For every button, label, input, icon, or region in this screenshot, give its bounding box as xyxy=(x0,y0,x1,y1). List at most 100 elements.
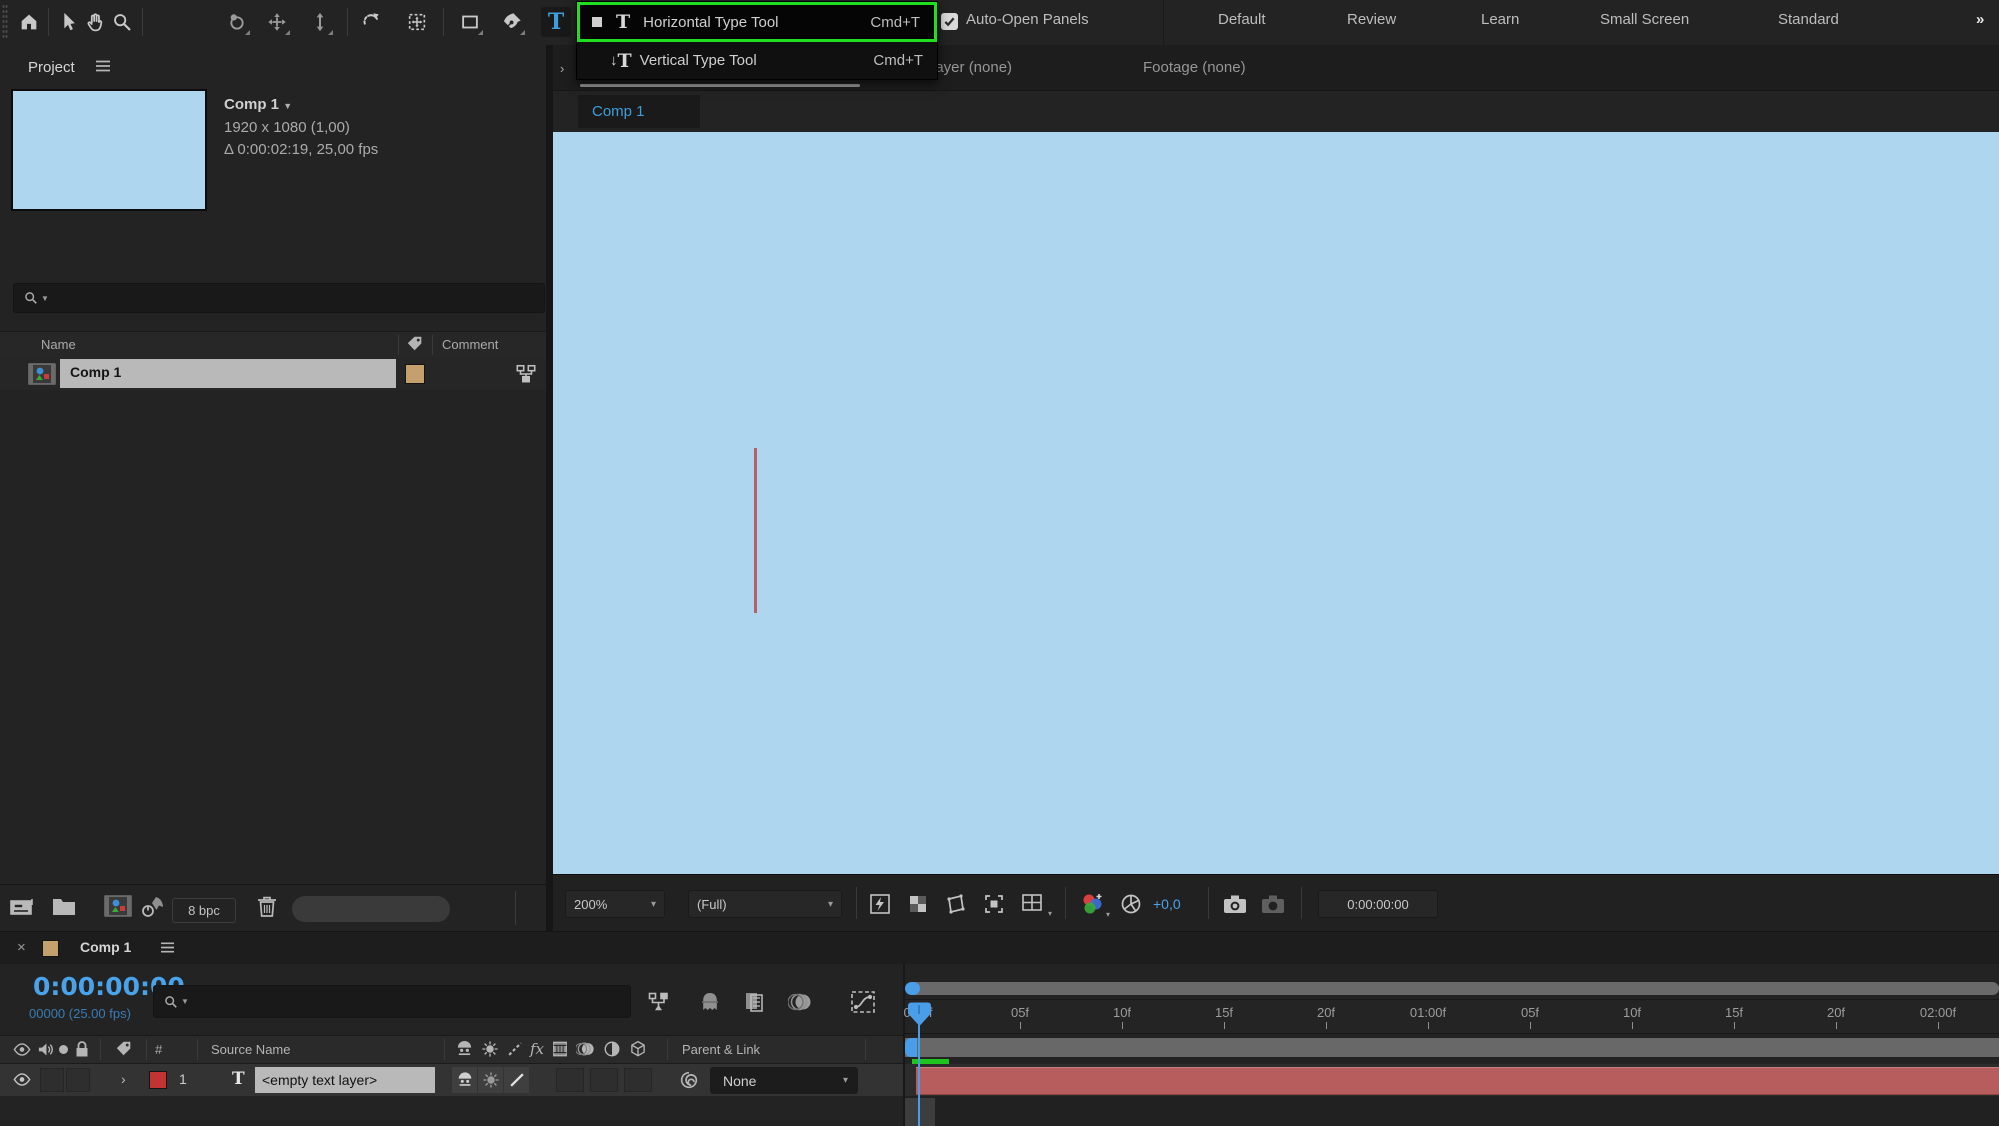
rotate-tool-icon[interactable] xyxy=(356,7,386,37)
dolly-camera-tool-icon[interactable] xyxy=(305,7,335,37)
workspace-overflow-chevron[interactable]: » xyxy=(1976,11,1984,28)
layer-row[interactable]: › 1 T <empty text layer> None ▾ xyxy=(0,1064,903,1097)
label-color-swatch[interactable] xyxy=(405,364,425,384)
new-folder-icon[interactable] xyxy=(52,896,76,916)
timeline-tab-label[interactable]: Comp 1 xyxy=(80,939,131,955)
panel-menu-icon[interactable] xyxy=(95,59,111,73)
toolbar-grip[interactable] xyxy=(2,4,8,40)
close-icon[interactable]: × xyxy=(17,939,26,956)
project-item-thumbnail[interactable] xyxy=(11,89,207,211)
magnification-dropdown[interactable]: 200% ▾ xyxy=(565,890,665,918)
home-icon[interactable] xyxy=(14,7,44,37)
workspace-small-screen[interactable]: Small Screen xyxy=(1600,11,1689,28)
timeline-navigator-bar[interactable] xyxy=(905,982,1999,995)
motion-blur-column-icon[interactable] xyxy=(576,1040,596,1058)
workspace-review[interactable]: Review xyxy=(1347,11,1396,28)
rectangle-tool-icon[interactable] xyxy=(455,7,485,37)
layer-expand-chevron[interactable]: › xyxy=(121,1071,126,1087)
graph-editor-icon[interactable] xyxy=(850,990,876,1014)
fx-column-icon[interactable]: fx xyxy=(530,1040,544,1058)
resolution-dropdown[interactable]: (Full) ▾ xyxy=(688,890,842,918)
hand-tool-icon[interactable] xyxy=(80,7,110,37)
tab-overflow-chevron[interactable]: › xyxy=(560,61,564,76)
project-item-name[interactable]: Comp 1 ▼ xyxy=(224,96,292,113)
layer-shy-cell[interactable] xyxy=(452,1067,477,1093)
type-tool-icon[interactable]: T xyxy=(541,7,571,37)
parent-link-dropdown[interactable]: None ▾ xyxy=(710,1067,858,1094)
workspace-default[interactable]: Default xyxy=(1218,11,1266,28)
work-area-start-handle[interactable] xyxy=(905,1038,917,1057)
quality-column-icon[interactable] xyxy=(506,1040,524,1058)
show-snapshot-icon[interactable] xyxy=(1260,892,1286,916)
region-of-interest-icon[interactable] xyxy=(982,892,1006,916)
layer-switch-cell[interactable] xyxy=(556,1068,584,1092)
timeline-search-input[interactable]: ▼ xyxy=(153,985,631,1018)
trash-icon[interactable] xyxy=(256,895,278,919)
layer-label-swatch[interactable] xyxy=(149,1071,167,1089)
layer-audio-cell[interactable] xyxy=(40,1068,64,1092)
label-column-tag-icon[interactable] xyxy=(406,335,424,353)
workspace-learn[interactable]: Learn xyxy=(1481,11,1519,28)
layer-quality-cell[interactable] xyxy=(504,1067,529,1093)
pan-camera-tool-icon[interactable] xyxy=(262,7,292,37)
tab-layer[interactable]: Layer (none) xyxy=(927,59,1012,76)
adjustment-layer-column-icon[interactable] xyxy=(603,1040,621,1058)
new-composition-icon[interactable] xyxy=(104,894,132,918)
menu-item-vertical-type-tool[interactable]: ↓ T Vertical Type Tool Cmd+T xyxy=(577,42,937,79)
footer-scroll-pill[interactable] xyxy=(292,896,450,922)
shy-column-icon[interactable] xyxy=(455,1040,474,1058)
collapse-transformations-icon[interactable] xyxy=(481,1040,499,1058)
layer-name-cell[interactable]: <empty text layer> xyxy=(255,1067,435,1093)
grid-guides-icon[interactable]: ▾ xyxy=(1020,892,1052,918)
column-source-name-label[interactable]: Source Name xyxy=(211,1042,290,1057)
project-item-row[interactable]: Comp 1 xyxy=(0,358,546,390)
column-comment-label[interactable]: Comment xyxy=(442,337,498,352)
bpc-button[interactable]: 8 bpc xyxy=(172,898,236,923)
three-d-layer-column-icon[interactable] xyxy=(629,1040,647,1058)
solo-column-icon[interactable] xyxy=(59,1045,68,1054)
layer-collapse-cell[interactable] xyxy=(478,1067,503,1093)
layer-solo-cell[interactable] xyxy=(66,1068,90,1092)
zoom-tool-icon[interactable] xyxy=(107,7,137,37)
composition-canvas[interactable] xyxy=(553,132,1999,874)
exposure-icon[interactable] xyxy=(1119,892,1143,916)
channel-rgb-icon[interactable]: ▾ xyxy=(1079,891,1110,919)
pen-tool-icon[interactable] xyxy=(497,7,527,37)
view-tab-comp1[interactable]: Comp 1 xyxy=(578,95,700,128)
lock-column-icon[interactable] xyxy=(74,1040,90,1058)
pan-behind-tool-icon[interactable] xyxy=(402,7,432,37)
navigator-start-handle[interactable] xyxy=(905,982,920,995)
frame-blending-icon[interactable] xyxy=(742,990,766,1014)
auto-open-panels-checkbox[interactable] xyxy=(941,13,958,30)
comp-label-swatch[interactable] xyxy=(42,940,59,957)
workspace-standard[interactable]: Standard xyxy=(1778,11,1839,28)
column-index-label[interactable]: # xyxy=(155,1042,162,1057)
fast-previews-icon[interactable] xyxy=(868,892,892,916)
column-parent-link-label[interactable]: Parent & Link xyxy=(682,1042,760,1057)
preview-time-display[interactable]: 0:00:00:00 xyxy=(1318,890,1438,918)
transparency-grid-icon[interactable] xyxy=(906,892,930,916)
frame-blend-column-icon[interactable] xyxy=(551,1040,569,1058)
mask-visibility-icon[interactable] xyxy=(944,892,968,916)
project-search-input[interactable]: ▼ xyxy=(13,283,545,313)
tab-footage[interactable]: Footage (none) xyxy=(1143,59,1246,76)
exposure-value[interactable]: +0,0 xyxy=(1153,896,1181,912)
composition-mini-flowchart-icon[interactable] xyxy=(648,992,672,1012)
column-name-label[interactable]: Name xyxy=(41,337,76,352)
layer-duration-bar[interactable] xyxy=(916,1067,1999,1095)
flowchart-icon[interactable] xyxy=(515,363,537,385)
motion-blur-icon[interactable] xyxy=(788,990,814,1014)
render-engine-icon[interactable] xyxy=(140,895,166,919)
audio-column-speaker-icon[interactable] xyxy=(37,1041,54,1058)
layer-video-eye-icon[interactable] xyxy=(13,1072,31,1087)
interpret-footage-icon[interactable] xyxy=(10,897,36,917)
selection-tool-icon[interactable] xyxy=(53,7,83,37)
track-area[interactable] xyxy=(905,1064,1999,1096)
time-ruler[interactable]: 0:00f 05f 10f 15f 20f 01:00f 05f 10f 15f… xyxy=(904,999,1999,1034)
parent-pickwhip-icon[interactable] xyxy=(678,1069,700,1091)
panel-menu-icon[interactable] xyxy=(160,941,175,954)
project-item-row-name[interactable]: Comp 1 xyxy=(70,364,121,380)
label-column-tag-icon[interactable] xyxy=(115,1040,133,1058)
layer-switch-cell[interactable] xyxy=(624,1068,652,1092)
project-panel-title[interactable]: Project xyxy=(28,59,75,76)
